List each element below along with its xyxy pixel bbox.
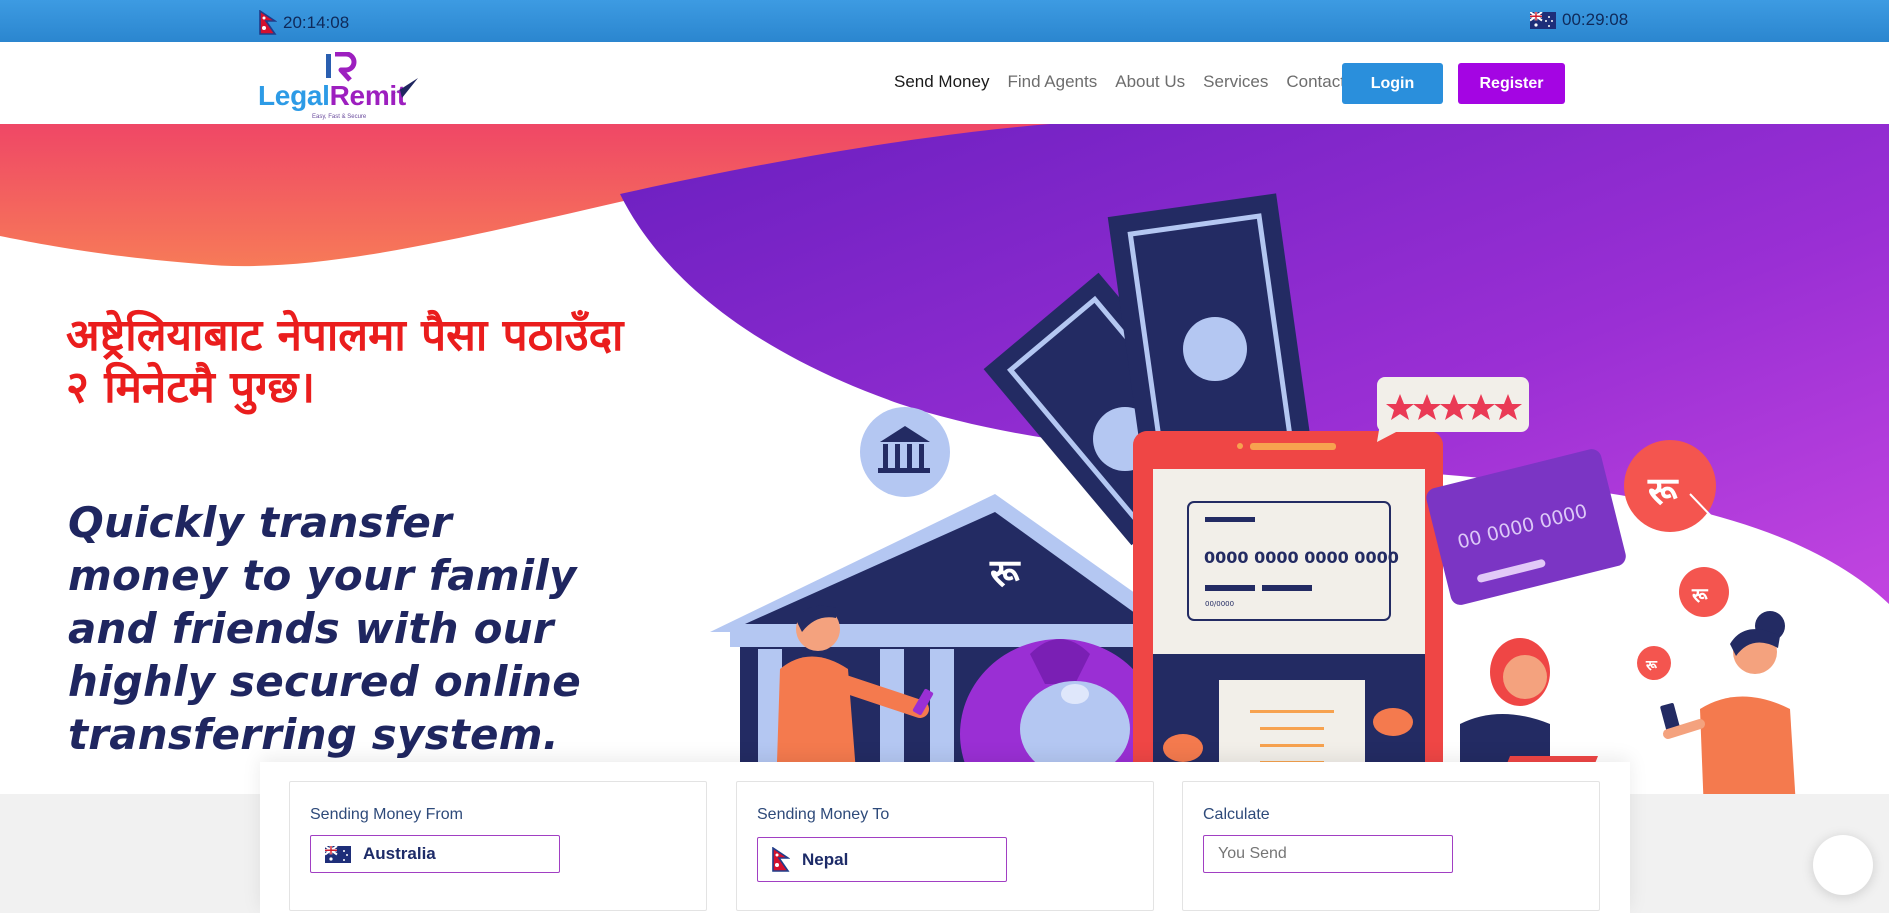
logo-word-legal: Legal	[258, 80, 330, 111]
sending-to-label: Sending Money To	[757, 806, 890, 823]
paper-plane-icon	[390, 78, 418, 98]
nepal-flag-icon	[259, 10, 277, 35]
coin	[1373, 708, 1413, 736]
you-send-input[interactable]	[1218, 845, 1418, 863]
chat-icon[interactable]	[1813, 835, 1873, 895]
register-button[interactable]: Register	[1458, 63, 1565, 104]
nepal-flag-icon	[772, 846, 790, 872]
login-button[interactable]: Login	[1342, 63, 1443, 104]
logo-wordmark: LegalRemit	[258, 80, 406, 112]
nav-about-us[interactable]: About Us	[1115, 72, 1185, 92]
logo-tagline: Easy, Fast & Secure	[312, 114, 367, 120]
sending-to-select[interactable]: Nepal	[757, 837, 1007, 882]
australia-clock: 00:29:08	[1530, 10, 1628, 30]
nepali-headline: अष्ट्रेलियाबाट नेपालमा पैसा पठाउँदा २ मि…	[66, 310, 624, 413]
sending-from-label: Sending Money From	[310, 806, 463, 823]
transfer-calculator: Sending Money From Australia Sending Mon…	[260, 762, 1630, 913]
nav-services[interactable]: Services	[1203, 72, 1268, 92]
bank-icon	[860, 407, 950, 497]
nepal-time: 20:14:08	[283, 13, 350, 32]
rupee-small-label: रू	[1645, 658, 1658, 674]
nav-send-money[interactable]: Send Money	[894, 72, 989, 92]
rupee-large-label: रू	[1647, 469, 1679, 513]
australia-time: 00:29:08	[1562, 10, 1629, 29]
site-logo[interactable]: LegalRemit Easy, Fast & Secure	[258, 52, 428, 120]
clock-bar: 20:14:08 00:29:08	[0, 0, 1889, 42]
nepal-clock: 20:14:08	[259, 10, 349, 36]
credit-card: 00 0000 0000	[1426, 449, 1626, 605]
calculate-label: Calculate	[1203, 806, 1270, 823]
sending-to-country: Nepal	[802, 849, 849, 869]
site-header: LegalRemit Easy, Fast & Secure Send Mone…	[0, 42, 1889, 124]
nav-find-agents[interactable]: Find Agents	[1007, 72, 1097, 92]
phone-card-number: 0000 0000 0000 0000	[1204, 548, 1399, 567]
rupee-icon: रू	[1637, 646, 1671, 680]
sending-to-card: Sending Money To Nepal	[736, 781, 1154, 911]
australia-flag-icon	[325, 845, 351, 863]
nav-contact[interactable]: Contact	[1286, 72, 1345, 92]
main-nav: Send Money Find Agents About Us Services…	[894, 72, 1345, 92]
rupee-medium-label: रू	[1691, 583, 1709, 607]
sending-from-select[interactable]: Australia	[310, 835, 560, 873]
hero-illustration: रू 0000 0000 0000 0000 00/0000 00 0000 0…	[710, 193, 1796, 794]
bank-rupee-label: रू	[989, 551, 1021, 595]
phone-card-expiry: 00/0000	[1205, 600, 1234, 608]
woman-standing-figure	[1660, 611, 1796, 794]
rupee-icon: रू	[1679, 567, 1729, 617]
sending-from-country: Australia	[363, 844, 436, 863]
you-send-field-wrapper	[1203, 835, 1453, 873]
calculate-card: Calculate	[1182, 781, 1600, 911]
sending-from-card: Sending Money From Australia	[289, 781, 707, 911]
rupee-icon: रू	[1624, 440, 1716, 532]
coin	[1163, 734, 1203, 762]
hero-section: अष्ट्रेलियाबाट नेपालमा पैसा पठाउँदा २ मि…	[0, 124, 1889, 794]
english-headline: Quickly transfer money to your family an…	[68, 498, 581, 759]
australia-flag-icon	[1530, 11, 1556, 29]
